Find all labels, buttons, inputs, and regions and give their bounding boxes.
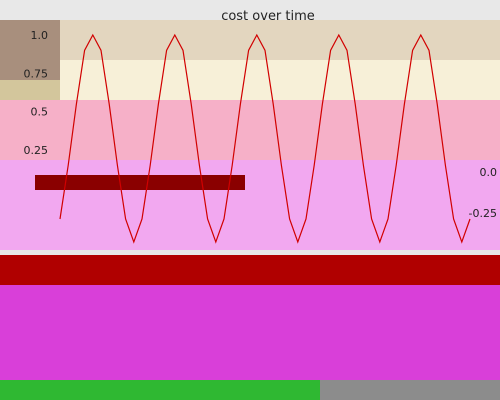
background-band-top xyxy=(0,20,500,60)
chart-title: cost over time xyxy=(221,9,315,24)
chart-canvas: cost over time 1.0 0.75 0.5 0.25 0.0 -0.25 xyxy=(0,9,500,400)
right-tick-label: -0.25 xyxy=(469,207,497,220)
right-tick-label: 0.0 xyxy=(480,166,498,179)
background-band-pink xyxy=(0,100,500,160)
bottom-band-magenta xyxy=(0,285,500,380)
left-tick-label: 0.25 xyxy=(24,144,49,157)
background-band-magenta xyxy=(0,160,500,250)
left-tick-label: 0.5 xyxy=(31,106,49,119)
bottom-band-gray xyxy=(320,380,500,400)
left-tick-label: 0.75 xyxy=(24,67,49,80)
left-tick-label: 1.0 xyxy=(31,29,49,42)
dark-band xyxy=(0,255,500,285)
bottom-band-green xyxy=(0,380,320,400)
